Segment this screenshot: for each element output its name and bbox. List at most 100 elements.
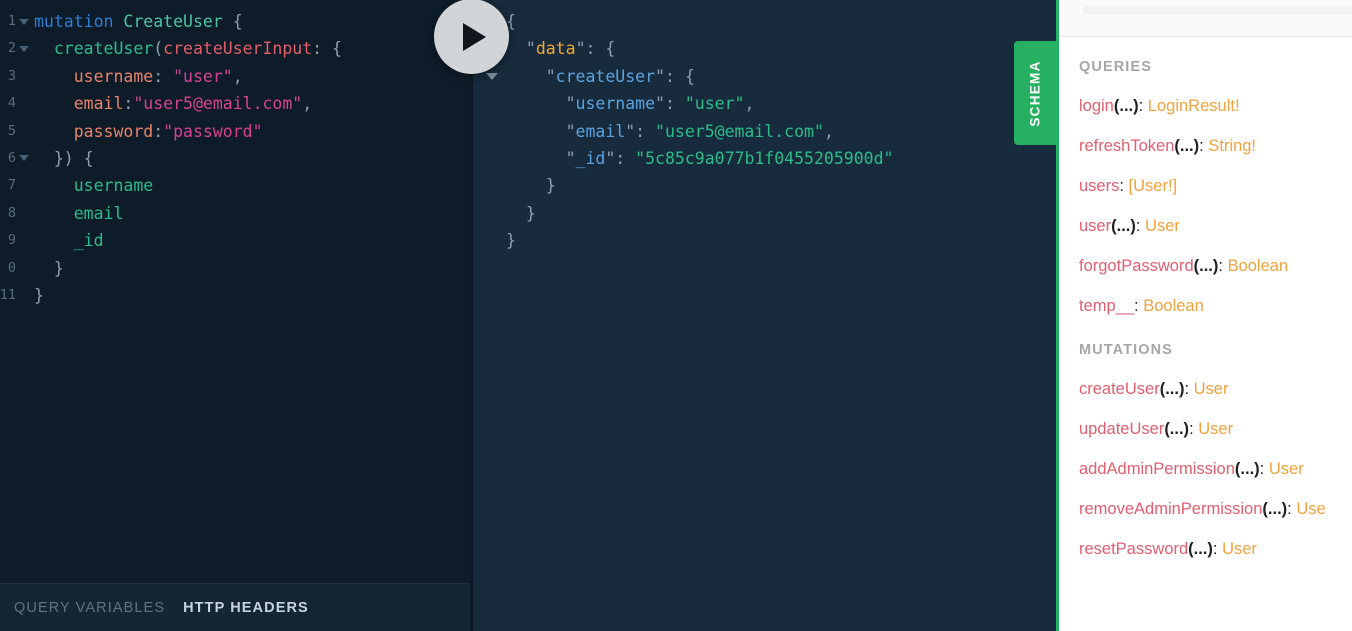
docs-query-item[interactable]: users: [User!] xyxy=(1079,177,1332,196)
docs-field-args: (...) xyxy=(1188,540,1213,558)
code-token: createUserInput xyxy=(163,39,313,59)
result-pane[interactable]: { "data": { "createUser": { "username": … xyxy=(470,0,1056,631)
line-number: 7 xyxy=(7,177,16,194)
fold-caret-icon[interactable] xyxy=(486,73,498,81)
fold-caret-icon[interactable] xyxy=(19,45,29,52)
code-line: 11} xyxy=(0,282,470,309)
docs-query-item[interactable]: temp__: Boolean xyxy=(1079,297,1332,316)
docs-query-item[interactable]: login(...): LoginResult! xyxy=(1079,97,1332,116)
execute-query-button[interactable] xyxy=(434,0,509,74)
code-line: 1 mutation CreateUser { xyxy=(0,8,470,35)
result-line: "createUser": { xyxy=(473,63,1056,90)
docs-field-colon: : xyxy=(1138,97,1148,115)
docs-field-type[interactable]: User xyxy=(1198,420,1233,438)
docs-mutation-item[interactable]: updateUser(...): User xyxy=(1079,420,1332,439)
docs-field-colon: : xyxy=(1218,257,1228,275)
docs-field-type[interactable]: User xyxy=(1145,217,1180,235)
json-token: "user5@email.com" xyxy=(655,121,824,141)
docs-field-type[interactable]: Boolean xyxy=(1143,297,1204,315)
code-token: : xyxy=(153,66,174,86)
docs-field-colon: : xyxy=(1119,177,1129,195)
docs-field-type[interactable]: User xyxy=(1194,380,1229,398)
code-line: 0 } xyxy=(0,255,470,282)
code-line: 4 email:"user5@email.com", xyxy=(0,90,470,117)
schema-docs-pane[interactable]: QUERIES login(...): LoginResult! refreshT… xyxy=(1056,0,1352,631)
result-line: } xyxy=(473,172,1056,199)
docs-field-type[interactable]: Boolean xyxy=(1228,257,1289,275)
docs-mutation-item[interactable]: createUser(...): User xyxy=(1079,380,1332,399)
docs-field-colon: : xyxy=(1212,540,1223,558)
docs-field-colon: : xyxy=(1134,297,1144,315)
docs-field-name: refreshToken xyxy=(1079,137,1175,155)
docs-query-item[interactable]: user(...): User xyxy=(1079,217,1332,236)
json-token: " xyxy=(506,39,536,59)
docs-field-colon: : xyxy=(1199,137,1209,155)
result-line: { xyxy=(473,8,1056,35)
code-token: username xyxy=(73,176,154,196)
docs-mutation-item[interactable]: removeAdminPermission(...): Use xyxy=(1079,500,1332,519)
docs-field-args: (...) xyxy=(1111,217,1136,235)
tab-query-variables[interactable]: QUERY VARIABLES xyxy=(14,600,165,616)
docs-query-item[interactable]: forgotPassword(...): Boolean xyxy=(1079,257,1332,276)
docs-field-type[interactable]: [User!] xyxy=(1129,177,1178,195)
result-json: { "data": { "createUser": { "username": … xyxy=(473,0,1056,255)
graphql-playground: 1 mutation CreateUser {2 createUser(creat… xyxy=(0,0,1352,631)
docs-field-name: temp__ xyxy=(1079,297,1135,315)
docs-field-name: addAdminPermission xyxy=(1079,460,1235,478)
docs-field-colon: : xyxy=(1184,380,1194,398)
code-token: "password" xyxy=(163,121,263,141)
line-number: 9 xyxy=(7,232,16,249)
query-editor-pane[interactable]: 1 mutation CreateUser {2 createUser(creat… xyxy=(0,0,470,631)
json-token: " xyxy=(506,66,556,86)
docs-mutations-heading: MUTATIONS xyxy=(1079,342,1173,358)
json-token: , xyxy=(744,94,755,114)
docs-field-type[interactable]: User xyxy=(1269,460,1304,478)
docs-field-colon: : xyxy=(1259,460,1269,478)
json-token: ": xyxy=(625,121,656,141)
json-token: ": xyxy=(655,94,685,114)
code-line: 8 email xyxy=(0,200,470,227)
tab-http-headers[interactable]: HTTP HEADERS xyxy=(183,600,309,616)
docs-field-name: createUser xyxy=(1079,380,1160,398)
line-number: 11 xyxy=(0,286,16,303)
schema-tab-button[interactable]: SCHEMA xyxy=(1014,41,1056,145)
docs-field-type[interactable]: String! xyxy=(1208,137,1256,155)
docs-field-type[interactable]: LoginResult! xyxy=(1148,97,1240,115)
docs-query-item[interactable]: refreshToken(...): String! xyxy=(1079,137,1332,156)
code-token: username xyxy=(73,66,154,86)
json-token: " xyxy=(506,148,576,168)
docs-field-name: updateUser xyxy=(1079,420,1165,438)
query-code-area[interactable]: 1 mutation CreateUser {2 createUser(creat… xyxy=(0,0,470,583)
code-line: 9 _id xyxy=(0,227,470,254)
code-token: : xyxy=(123,94,134,114)
docs-mutation-item[interactable]: resetPassword(...): User xyxy=(1079,540,1332,559)
result-line: "username": "user", xyxy=(473,90,1056,117)
json-token: , xyxy=(823,121,834,141)
fold-caret-icon[interactable] xyxy=(19,18,29,25)
docs-field-name: users xyxy=(1079,177,1120,195)
docs-field-type[interactable]: User xyxy=(1222,540,1257,558)
docs-field-type[interactable]: Use xyxy=(1296,500,1325,518)
play-icon xyxy=(462,22,486,51)
result-line: } xyxy=(473,227,1056,254)
docs-mutation-item[interactable]: addAdminPermission(...): User xyxy=(1079,460,1332,479)
code-token: createUser xyxy=(53,39,154,59)
docs-field-args: (...) xyxy=(1174,137,1200,155)
docs-field-name: forgotPassword xyxy=(1079,257,1194,275)
docs-body: QUERIES login(...): LoginResult! refreshT… xyxy=(1059,37,1352,559)
json-token: "5c85c9a077b1f0455205900d" xyxy=(635,148,894,168)
code-token: password xyxy=(73,121,154,141)
code-token: "user" xyxy=(173,66,233,86)
code-token: CreateUser xyxy=(123,12,223,31)
docs-mutations-list: createUser(...): User updateUser(...): Us… xyxy=(1079,380,1332,559)
docs-field-args: (...) xyxy=(1113,97,1139,115)
code-token: ( xyxy=(153,39,164,59)
line-number: 4 xyxy=(7,95,16,112)
code-token: mutation xyxy=(34,12,114,31)
schema-tab-label: SCHEMA xyxy=(1027,59,1043,127)
fold-caret-icon[interactable] xyxy=(19,155,29,162)
